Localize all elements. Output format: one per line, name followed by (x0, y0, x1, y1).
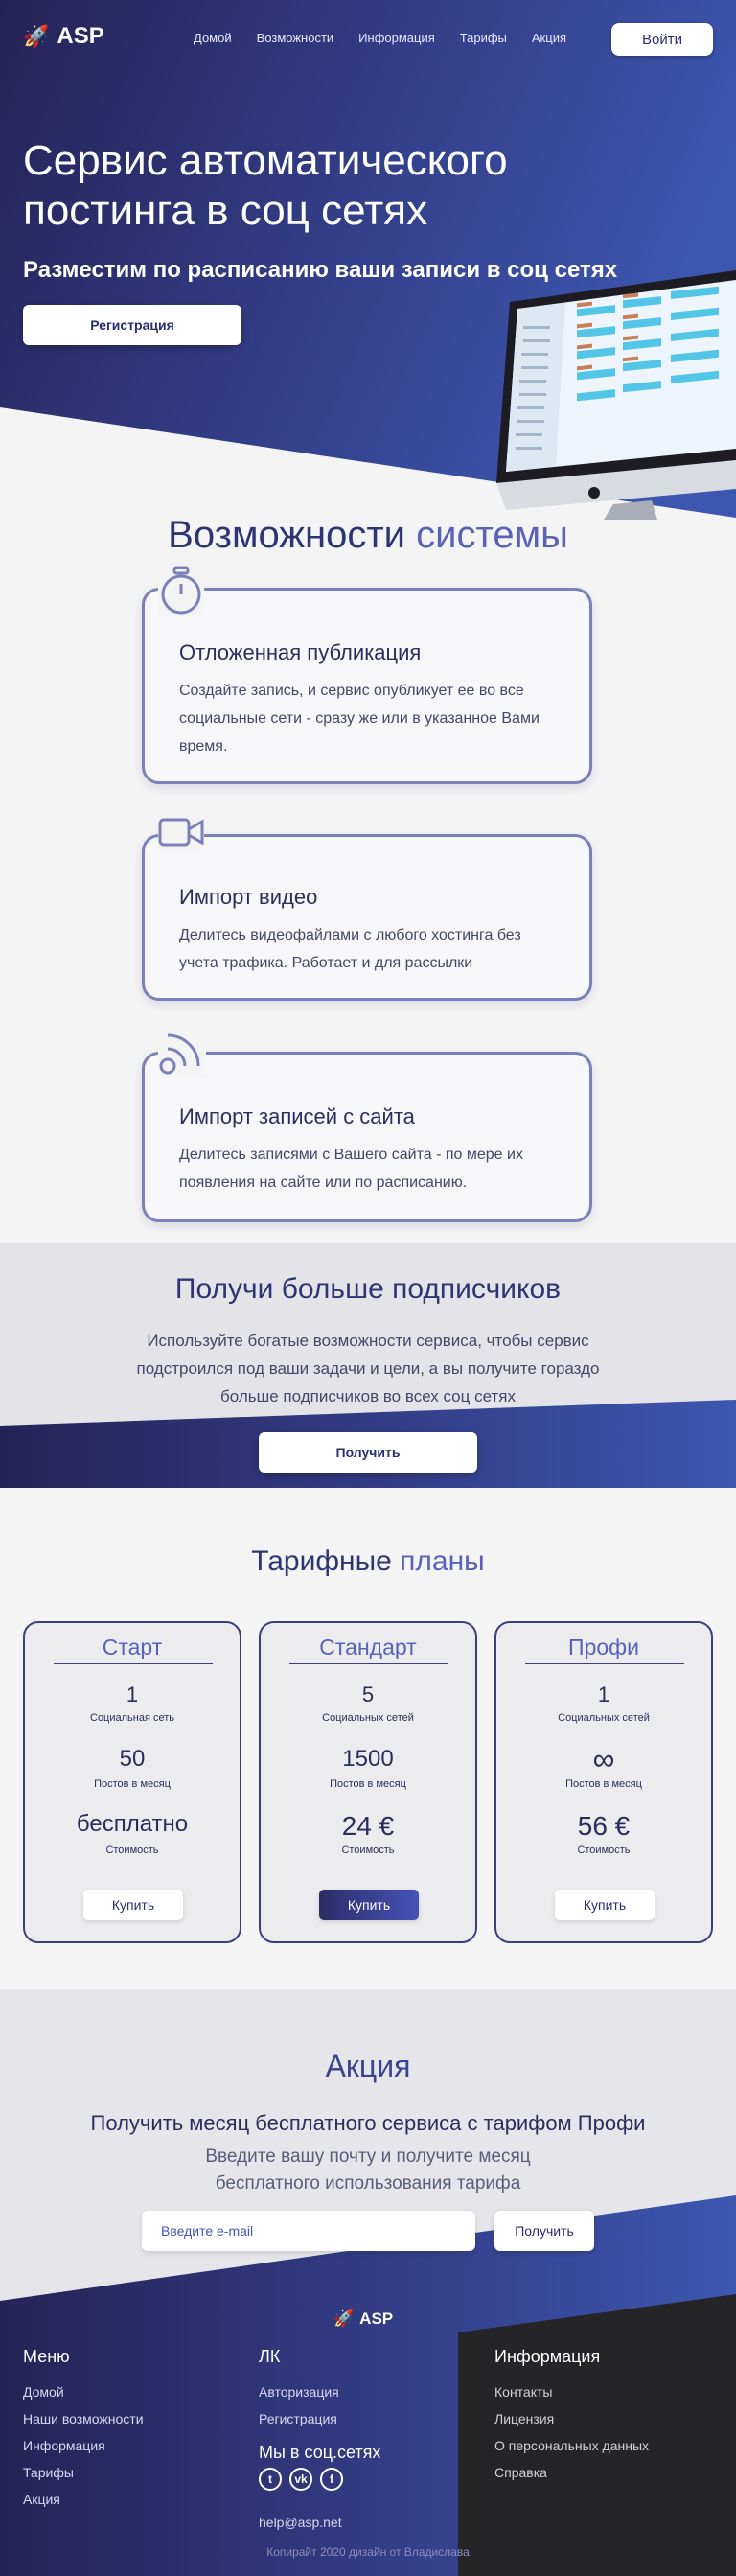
plan-price-value: бесплатно (76, 1811, 189, 1837)
twitter-icon[interactable]: t (259, 2468, 282, 2491)
register-button[interactable]: Регистрация (23, 305, 242, 345)
rocket-icon: 🚀 (23, 24, 50, 48)
feature-card-video: Импорт видео Делитесь видеофайлами с люб… (142, 814, 592, 1001)
plan-name: Профи (568, 1635, 639, 1659)
nav-link-home[interactable]: Домой (194, 31, 232, 45)
footer-link-pricing[interactable]: Тарифы (23, 2465, 74, 2480)
plan-price-label: Стоимость (341, 1845, 395, 1856)
plan-card-pro: Профи 1 Социальных сетей ∞ Постов в меся… (494, 1621, 713, 1943)
login-button[interactable]: Войти (611, 23, 713, 56)
plan-divider (54, 1663, 213, 1664)
buy-button[interactable]: Купить (555, 1890, 655, 1920)
plan-name: Старт (102, 1635, 163, 1659)
video-camera-icon (158, 814, 204, 852)
plan-networks-label: Социальных сетей (558, 1712, 650, 1724)
footer-menu-title: Меню (23, 2347, 70, 2366)
plan-posts-value: 1500 (342, 1746, 394, 1772)
promo-text: Введите вашу почту и получите месяц бесп… (205, 2147, 531, 2193)
plan-posts-label: Постов в месяц (565, 1778, 642, 1790)
feature-card-site-import: Импорт записей с сайта Делитесь записями… (142, 1032, 592, 1222)
features-title-accent: системы (405, 514, 568, 556)
vk-icon[interactable]: vk (289, 2468, 312, 2491)
footer-link-home[interactable]: Домой (23, 2384, 64, 2400)
get-subscribers-button[interactable]: Получить (259, 1432, 477, 1473)
plan-networks-label: Социальная сеть (90, 1712, 174, 1724)
footer-link-privacy[interactable]: О персональных данных (494, 2438, 649, 2453)
subscribers-text: Используйте богатые возможности сервиса,… (136, 1332, 600, 1405)
footer-link-contacts[interactable]: Контакты (494, 2384, 552, 2400)
footer-link-info[interactable]: Информация (23, 2438, 105, 2453)
footer-account-title: ЛК (259, 2347, 281, 2366)
stopwatch-icon (158, 564, 204, 617)
footer-info-title: Информация (494, 2347, 601, 2366)
email-input[interactable] (142, 2211, 475, 2251)
footer-social-title: Мы в соц.сетях (259, 2443, 381, 2462)
footer-link-register[interactable]: Регистрация (259, 2411, 337, 2426)
hero-section: 🚀 ASP Домой Возможности Информация Тариф… (0, 0, 736, 520)
footer-email[interactable]: help@asp.net (259, 2515, 342, 2530)
buy-button[interactable]: Купить (319, 1890, 419, 1920)
buy-button[interactable]: Купить (83, 1890, 183, 1920)
promo-headline: Получить месяц бесплатного сервиса с тар… (90, 2111, 646, 2135)
pricing-title: Тарифные планы (0, 1545, 736, 1578)
plan-card-standard: Стандарт 5 Социальных сетей 1500 Постов … (259, 1621, 477, 1943)
footer-logo[interactable]: 🚀 ASP (334, 2309, 393, 2329)
computer-illustration (496, 270, 736, 520)
features-title-main: Возможности (168, 514, 406, 556)
footer-link-promo[interactable]: Акция (23, 2492, 60, 2507)
nav-links: Домой Возможности Информация Тарифы Акци… (194, 31, 566, 45)
rocket-icon: 🚀 (334, 2309, 355, 2328)
plan-price-label: Стоимость (105, 1845, 159, 1856)
plan-networks-label: Социальных сетей (322, 1712, 414, 1724)
facebook-icon[interactable]: f (320, 2468, 343, 2491)
plan-price-value: 56 € (577, 1811, 631, 1841)
plan-networks-value: 5 (361, 1683, 375, 1706)
footer-brand-name: ASP (359, 2309, 394, 2328)
plan-card-start: Старт 1 Социальная сеть 50 Постов в меся… (23, 1621, 242, 1943)
nav-link-promo[interactable]: Акция (532, 31, 566, 45)
promo-title: Акция (325, 2049, 411, 2083)
plan-posts-label: Постов в месяц (330, 1778, 406, 1790)
feature-text: Создайте запись, и сервис опубликует ее … (179, 683, 540, 754)
plan-posts-value: 50 (119, 1746, 146, 1772)
rss-icon (158, 1032, 206, 1078)
nav-link-pricing[interactable]: Тарифы (460, 31, 507, 45)
hero-title: Сервис автоматического постинга в соц се… (23, 137, 508, 234)
plan-price-value: 24 € (341, 1811, 395, 1841)
plan-networks-value: 1 (597, 1683, 610, 1706)
nav-link-features[interactable]: Возможности (257, 31, 334, 45)
footer-link-license[interactable]: Лицензия (494, 2411, 554, 2426)
plan-divider (525, 1663, 684, 1664)
pricing-title-main: Тарифные (251, 1545, 392, 1577)
plan-posts-value: ∞ (592, 1742, 615, 1776)
plan-divider (289, 1663, 448, 1664)
brand-name: ASP (57, 23, 104, 49)
feature-title: Импорт записей с сайта (179, 1104, 415, 1128)
feature-text: Делитесь видеофайлами с любого хостинга … (179, 927, 521, 971)
plan-posts-label: Постов в месяц (94, 1778, 171, 1790)
plan-price-label: Стоимость (577, 1845, 631, 1856)
feature-title: Импорт видео (179, 885, 318, 909)
footer-link-login[interactable]: Авторизация (259, 2384, 339, 2400)
plan-networks-value: 1 (126, 1683, 139, 1706)
top-navbar: 🚀 ASP Домой Возможности Информация Тариф… (0, 0, 736, 75)
features-title: Возможности системы (0, 514, 736, 557)
footer-link-help[interactable]: Справка (494, 2465, 547, 2480)
page: 🚀 ASP Домой Возможности Информация Тариф… (0, 0, 736, 2576)
footer-link-features[interactable]: Наши возможности (23, 2411, 144, 2426)
copyright: Копирайт 2020 дизайн от Владислава (266, 2545, 470, 2559)
pricing-title-accent: планы (391, 1545, 485, 1577)
subscribers-title: Получи больше подписчиков (174, 1273, 562, 1305)
plan-name: Стандарт (319, 1635, 417, 1659)
promo-submit-button[interactable]: Получить (494, 2211, 594, 2251)
social-icons: t vk f (259, 2468, 343, 2491)
feature-card-scheduled: Отложенная публикация Создайте запись, и… (142, 564, 592, 784)
feature-text: Делитесь записями с Вашего сайта - по ме… (179, 1147, 523, 1191)
feature-title: Отложенная публикация (179, 640, 422, 664)
nav-link-info[interactable]: Информация (358, 31, 435, 45)
brand-logo[interactable]: 🚀 ASP (23, 23, 104, 50)
